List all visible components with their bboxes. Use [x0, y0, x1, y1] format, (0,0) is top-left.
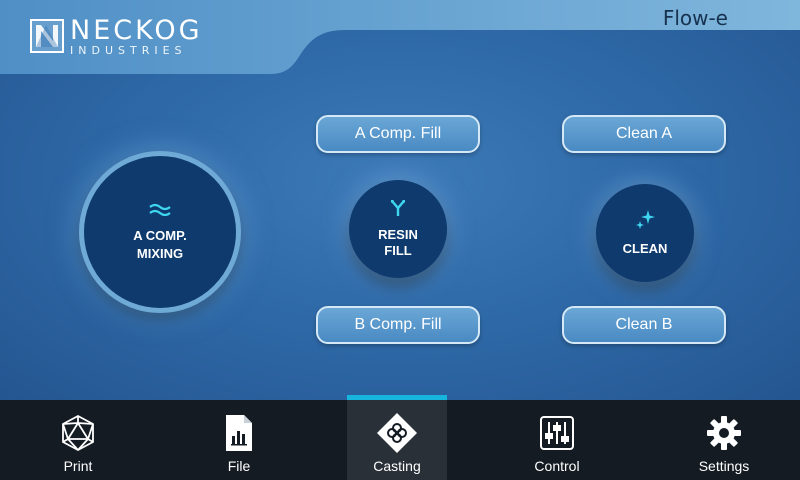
nav-item-settings[interactable]: Settings — [674, 400, 774, 480]
mixing-label-line1: A COMP. — [133, 227, 187, 243]
merge-arrows-icon — [390, 199, 406, 221]
wave-icon — [149, 202, 171, 221]
gear-icon — [706, 413, 742, 453]
nav-label-file: File — [227, 458, 251, 474]
nav-label-print: Print — [63, 458, 93, 474]
nav-item-print[interactable]: Print — [28, 400, 128, 480]
nav-item-control[interactable]: Control — [507, 400, 607, 480]
a-comp-fill-button[interactable]: A Comp. Fill — [316, 115, 480, 153]
clean-label: CLEAN — [622, 241, 668, 256]
clean-b-button[interactable]: Clean B — [562, 306, 726, 344]
main-screen: NECKOG INDUSTRIES Flow-e A COMP. MIXING … — [0, 0, 800, 400]
clean-button[interactable]: CLEAN — [596, 184, 694, 282]
mixing-label-line2: MIXING — [136, 245, 184, 261]
sliders-icon — [539, 413, 575, 453]
clean-a-button[interactable]: Clean A — [562, 115, 726, 153]
casting-diamond-icon — [376, 413, 418, 453]
brand-subtitle: INDUSTRIES — [70, 43, 187, 57]
nav-label-control: Control — [534, 458, 580, 474]
resin-fill-label-line1: RESIN — [378, 227, 418, 242]
b-comp-fill-button[interactable]: B Comp. Fill — [316, 306, 480, 344]
brand-name: NECKOG — [70, 14, 203, 46]
logo-n-icon — [30, 19, 64, 53]
sparkle-icon — [635, 209, 655, 235]
nav-item-file[interactable]: File — [189, 400, 289, 480]
model-name: Flow-e — [662, 6, 728, 30]
header: NECKOG INDUSTRIES Flow-e — [0, 0, 800, 74]
bottom-nav: Print File Casting Control Settings — [0, 395, 800, 480]
nav-label-settings: Settings — [698, 458, 750, 474]
d20-polyhedron-icon — [59, 413, 97, 453]
brand-logo: NECKOG INDUSTRIES — [30, 16, 203, 56]
nav-label-casting: Casting — [373, 458, 421, 474]
file-chart-icon — [224, 413, 254, 453]
resin-fill-button[interactable]: RESIN FILL — [349, 180, 447, 278]
resin-fill-label-line2: FILL — [384, 243, 412, 258]
a-comp-mixing-button[interactable]: A COMP. MIXING — [79, 151, 241, 313]
nav-item-casting[interactable]: Casting — [347, 395, 447, 480]
